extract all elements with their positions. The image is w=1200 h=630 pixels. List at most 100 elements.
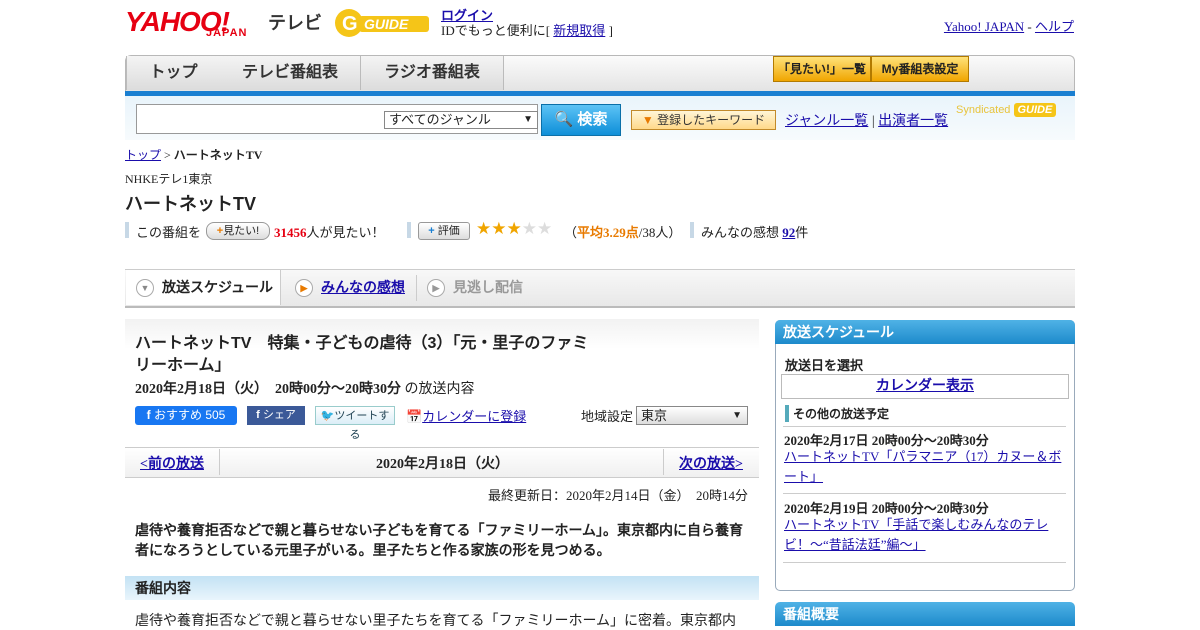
japan-logo-text: JAPAN [206,27,248,39]
reviews-summary: みんなの感想 92件 [701,222,808,241]
genre-list-link[interactable]: ジャンル一覧 [785,114,868,129]
calendar-register: 📅カレンダーに登録 [406,406,526,425]
calendar-icon: 📅 [406,409,423,424]
last-updated: 最終更新日：2020年2月14日（金） 20時14分 [487,488,748,503]
breadcrumb: トップ > ハートネットTV [125,146,262,163]
star-empty-icon: ★ [537,219,553,238]
mitai-button[interactable]: +見たい! [206,222,270,240]
episode-datetime: 2020年2月18日（火） 20時00分～20時30分 の放送内容 [135,378,475,398]
rating-stars: ★★★★★ [476,219,552,239]
reviews-suffix: 件 [795,225,809,240]
star-filled-icon: ★ [491,219,507,238]
genre-links: ジャンル一覧 | 出演者一覧 [785,110,948,130]
keyword-button-label: 登録したキーワード [657,113,766,127]
pager-divider [219,449,220,475]
yahoo-japan-link[interactable]: Yahoo! JAPAN [944,19,1024,34]
stats-divider [125,222,129,238]
search-button[interactable]: 🔍 検索 [541,104,621,136]
prev-episode: <前の放送 [140,453,204,473]
rating-people: /38人） [638,225,682,240]
channel-name: NHKEテレ1東京 [125,172,213,186]
sidebar-heading: 放送スケジュール [775,320,1075,344]
rating-summary: （平均3.29点/38人） [564,222,681,241]
id-prefix: IDでもっと便利に[ [441,23,554,38]
region-label: 地域設定 [581,409,634,424]
arrow-down-icon: ▼ [641,113,654,127]
tab-broadcast-schedule[interactable]: ▼ 放送スケジュール [126,270,281,305]
star-filled-icon: ★ [506,219,522,238]
calendar-view-link[interactable]: カレンダー表示 [876,379,974,394]
genre-links-divider: | [871,114,875,129]
mitai-list-button[interactable]: 「見たい!」一覧 [773,56,871,82]
divider [783,426,1066,427]
pager-divider [663,449,664,475]
facebook-share-button[interactable]: f シェア [247,406,305,425]
play-icon: ▶ [427,279,445,298]
schedule-item-link[interactable]: ハートネットTV「パラマニア（17）カヌー＆ボート」 [784,449,1061,484]
search-button-label: 検索 [577,111,608,128]
tab-divider [416,275,417,301]
chevron-down-icon: ▼ [732,410,742,421]
reviews-prefix: みんなの感想 [701,225,783,240]
reviews-count-link[interactable]: 92 [782,225,795,240]
next-episode: 次の放送> [679,453,743,473]
tab-vod-label: 見逃し配信 [453,279,523,295]
section-title: 番組内容 [125,576,759,600]
episode-datetime-value: 2020年2月18日（火） 20時00分～20時30分 [135,382,401,397]
tv-label[interactable]: テレビ [268,9,322,35]
tab-reviews-link[interactable]: みんなの感想 [321,279,405,295]
help-link[interactable]: ヘルプ [1035,19,1074,34]
tab-vod[interactable]: ▶ 見逃し配信 [427,270,537,305]
play-icon: ▶ [295,279,313,298]
episode-title: ハートネットTV 特集・子どもの虐待（3）「元・里子のファミリーホーム」 [135,335,589,374]
select-date-label: 放送日を選択 [785,358,864,373]
facebook-recommend-button[interactable]: f おすすめ 505 [135,406,237,425]
page-title: ハートネットTV [125,194,257,214]
svg-text:G: G [342,13,358,35]
tab-tv-schedule[interactable]: テレビ番組表 [220,56,361,90]
rating-open: （ [564,225,578,240]
calendar-register-link[interactable]: カレンダーに登録 [422,409,526,424]
tab-reviews[interactable]: ▶ みんなの感想 [295,270,415,305]
search-icon: 🔍 [554,111,574,128]
next-episode-link[interactable]: 次の放送> [679,457,743,472]
schedule-item-link[interactable]: ハートネットTV「手話で楽しむみんなのテレビ！～“昔話法廷”編～」 [784,517,1048,552]
my-schedule-button[interactable]: My番組表設定 [871,56,969,82]
signup-link[interactable]: 新規取得 [553,23,605,38]
mitai-suffix: 人が見たい！ [306,225,385,240]
pager-date: 2020年2月18日（火） [376,457,509,472]
gguide-logo[interactable]: G GUIDE [333,6,433,40]
tab-top[interactable]: トップ [126,56,221,90]
star-filled-icon: ★ [476,219,492,238]
star-empty-icon: ★ [521,219,537,238]
tweet-button[interactable]: 🐦ツイートする [315,406,395,441]
chevron-down-icon: ▼ [136,279,154,298]
performer-list-link[interactable]: 出演者一覧 [878,114,948,129]
episode-detail: 虐待や養育拒否などで親と暮らせない里子たちを育てる「ファミリーホーム」に密着。東… [135,612,737,628]
mitai-count: 31456 [274,225,307,240]
tab-radio-schedule[interactable]: ラジオ番組表 [361,56,504,90]
schedule-item: ハートネットTV「手話で楽しむみんなのテレビ！～“昔話法廷”編～」 [784,515,1064,555]
breadcrumb-top[interactable]: トップ [125,148,161,162]
syndicated-label: Syndicated GUIDE [956,103,1057,117]
chevron-down-icon: ▼ [523,114,533,125]
rating-button-label: 評価 [437,225,460,237]
region-select[interactable]: 東京 ▼ [636,406,748,425]
syndicated-text: Syndicated [956,104,1011,116]
mitai-button-label: 見たい! [223,225,260,237]
gguide-logo-text: GUIDE [364,16,409,32]
prev-episode-link[interactable]: <前の放送 [140,457,204,472]
fb-recommend-label: おすすめ [153,408,202,422]
region-value: 東京 [641,408,668,423]
fb-share-label: シェア [262,409,296,421]
syndicated-logo: GUIDE [1013,103,1057,117]
other-schedule-label: その他の放送予定 [785,405,889,422]
breadcrumb-sep: > [161,148,174,162]
fb-recommend-count: 505 [205,408,226,422]
episode-summary: 虐待や養育拒否などで親と暮らせない子どもを育てる「ファミリーホーム」。東京都内に… [135,522,744,558]
schedule-item: ハートネットTV「パラマニア（17）カヌー＆ボート」 [784,447,1064,487]
rating-button[interactable]: + 評価 [418,222,470,240]
genre-select[interactable]: すべてのジャンル ▼ [384,111,538,129]
divider [783,562,1066,563]
keyword-button[interactable]: ▼ 登録したキーワード [631,110,776,130]
